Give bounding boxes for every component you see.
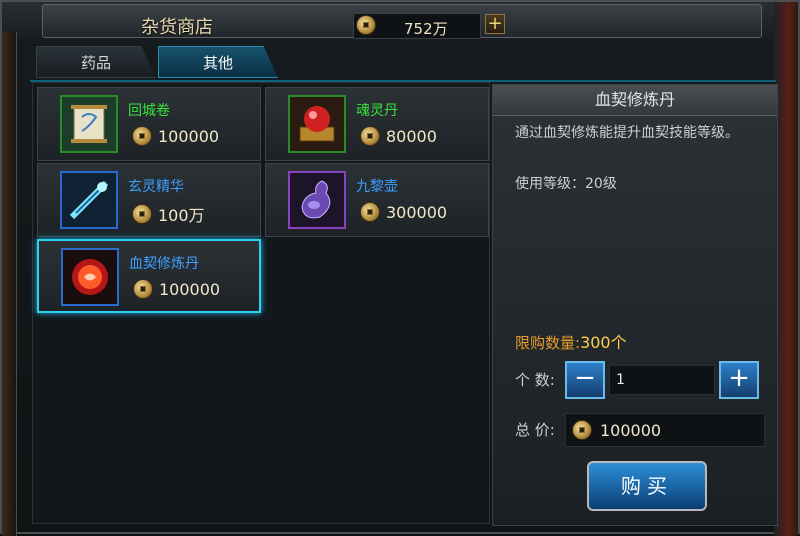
- list-item[interactable]: 魂灵丹 80000: [265, 87, 489, 161]
- item-price: 100000: [132, 126, 219, 146]
- quantity-input[interactable]: 1: [609, 365, 715, 395]
- red-pill-icon: [61, 248, 119, 306]
- quantity-label: 个 数:: [515, 371, 555, 389]
- shop-title: 杂货商店: [141, 17, 213, 38]
- copper-coin-icon: [360, 126, 380, 146]
- item-name: 回城卷: [128, 103, 170, 119]
- purple-vase-icon: [288, 171, 346, 229]
- copper-coin-icon: [360, 202, 380, 222]
- total-label: 总 价:: [515, 421, 555, 439]
- item-name: 魂灵丹: [356, 103, 398, 119]
- list-item[interactable]: 玄灵精华 100万: [37, 163, 261, 237]
- copper-coin-icon: [356, 15, 376, 35]
- detail-title: 血契修炼丹: [493, 85, 777, 116]
- total-price-value: 100000: [600, 420, 662, 440]
- shop-titlebar: 杂货商店 752万 +: [42, 4, 762, 39]
- item-price: 300000: [360, 202, 447, 222]
- shop-window: 杂货商店 752万 + 药品 其他 回城卷 100000 魂灵丹 80000 玄…: [0, 0, 800, 536]
- copper-coin-icon: [132, 204, 152, 224]
- quantity-stepper: − 1 +: [565, 361, 765, 401]
- currency-value: 752万: [404, 20, 448, 38]
- item-name: 血契修炼丹: [129, 256, 199, 272]
- currency-display: 752万: [353, 13, 481, 39]
- plus-button[interactable]: +: [719, 361, 759, 399]
- item-list: 回城卷 100000 魂灵丹 80000 玄灵精华 100万 九黎壶 30000…: [32, 82, 490, 524]
- list-item[interactable]: 九黎壶 300000: [265, 163, 489, 237]
- item-detail-panel: 血契修炼丹 通过血契修炼能提升血契技能等级。 使用等级：20级 限购数量:300…: [492, 84, 778, 526]
- list-item[interactable]: 回城卷 100000: [37, 87, 261, 161]
- scroll-icon: [60, 95, 118, 153]
- limit-value: 300个: [580, 333, 627, 352]
- item-price-value: 80000: [386, 126, 437, 146]
- item-price-value: 300000: [386, 202, 448, 222]
- copper-coin-icon: [133, 279, 153, 299]
- item-name: 玄灵精华: [128, 179, 184, 195]
- item-price: 100万: [132, 202, 205, 226]
- copper-coin-icon: [132, 126, 152, 146]
- category-tabs: 药品 其他: [30, 46, 776, 82]
- item-price: 100000: [133, 279, 220, 299]
- tab-other[interactable]: 其他: [158, 46, 278, 78]
- item-price-value: 100000: [159, 279, 221, 299]
- buy-button[interactable]: 购买: [587, 461, 707, 511]
- red-orb-icon: [288, 95, 346, 153]
- left-ornament: [2, 32, 17, 536]
- detail-description: 通过血契修炼能提升血契技能等级。: [515, 125, 739, 141]
- total-price: 100000: [565, 413, 765, 447]
- list-item-selected[interactable]: 血契修炼丹 100000: [37, 239, 261, 313]
- plus-icon[interactable]: +: [485, 14, 505, 34]
- tab-medicine[interactable]: 药品: [36, 46, 156, 78]
- crystal-essence-icon: [60, 171, 118, 229]
- item-price-value: 100000: [158, 126, 220, 146]
- copper-coin-icon: [572, 420, 592, 440]
- purchase-limit: 限购数量:300个: [515, 329, 627, 353]
- detail-level: 使用等级：20级: [515, 176, 617, 192]
- limit-label: 限购数量:: [515, 334, 581, 352]
- item-price: 80000: [360, 126, 437, 146]
- item-price-value: 100万: [158, 206, 205, 225]
- minus-button[interactable]: −: [565, 361, 605, 399]
- item-name: 九黎壶: [356, 179, 398, 195]
